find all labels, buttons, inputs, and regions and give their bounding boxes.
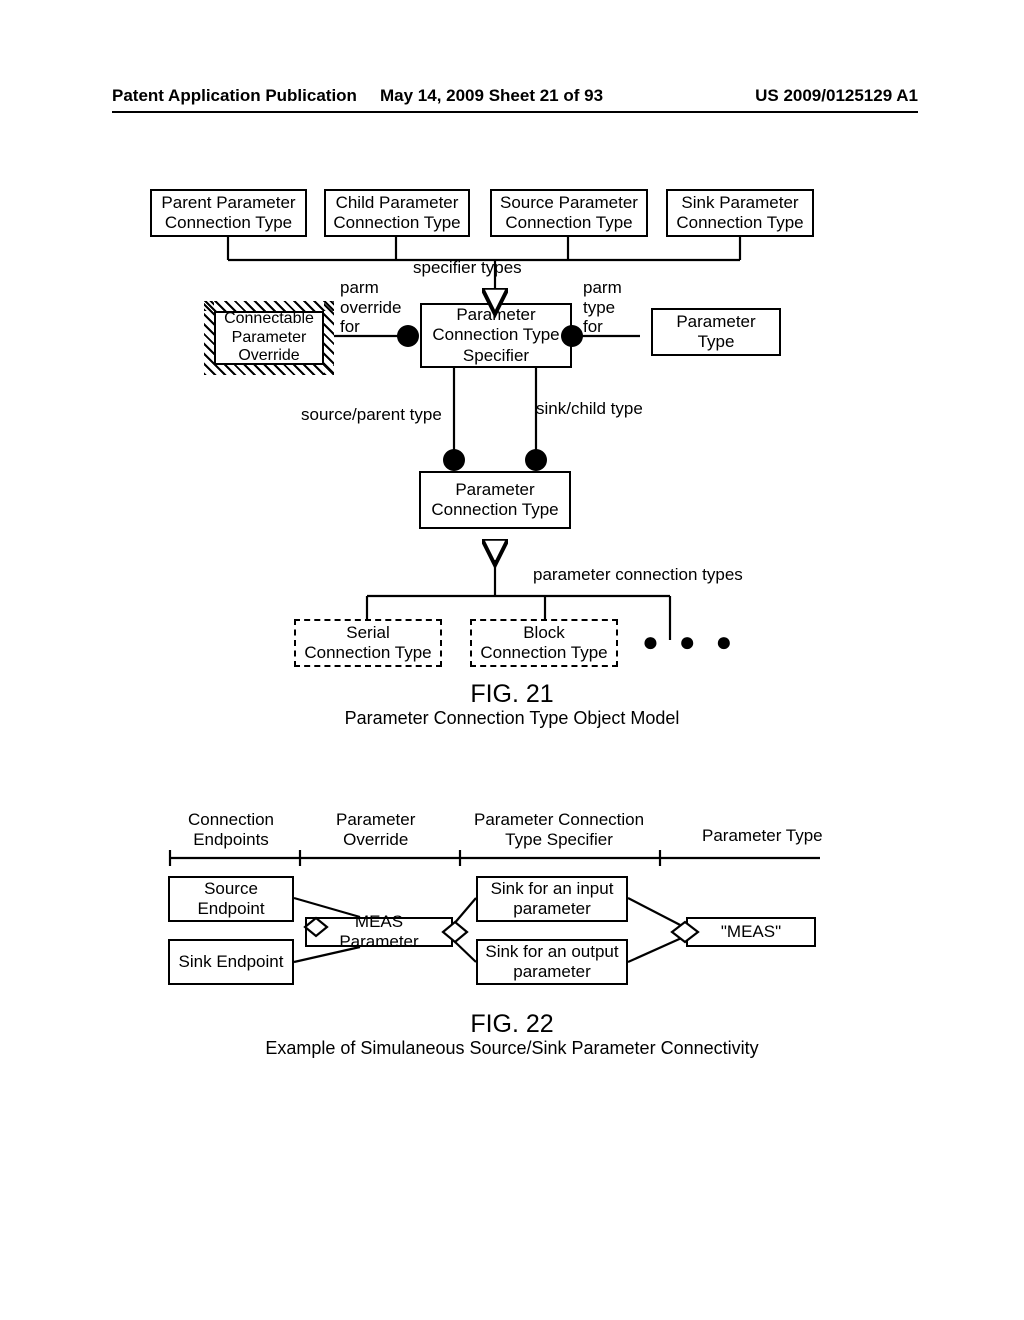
ellipsis-icon: ● ● ● [642,626,738,658]
fig22-header-specifier: Parameter Connection Type Specifier [474,810,644,849]
label-parm-type-for: parm type for [583,278,622,337]
figure-21-number: FIG. 21 [0,680,1024,709]
patent-page: Patent Application Publication May 14, 2… [0,0,1024,1320]
label-param-conn-types: parameter connection types [533,565,743,585]
figure-21-caption: Parameter Connection Type Object Model [0,708,1024,729]
box-parent-param-conn-type: Parent Parameter Connection Type [150,189,307,237]
fig22-header-override: Parameter Override [336,810,415,849]
fig22-header-endpoints: Connection Endpoints [188,810,274,849]
figure-22-number: FIG. 22 [0,1010,1024,1039]
box-child-param-conn-type: Child Parameter Connection Type [324,189,470,237]
box-parameter-type: Parameter Type [651,308,781,356]
box-parameter-connection-type: Parameter Connection Type [419,471,571,529]
box-block-connection-type: Block Connection Type [470,619,618,667]
header-rule [112,111,918,113]
header-publication: Patent Application Publication [112,86,357,106]
label-sink-child-type: sink/child type [536,399,643,419]
box-source-endpoint: Source Endpoint [168,876,294,922]
connectable-param-override-label: Connectable Parameter Override [216,310,322,365]
header-date-sheet: May 14, 2009 Sheet 21 of 93 [380,86,603,106]
box-sink-endpoint: Sink Endpoint [168,939,294,985]
box-connectable-param-override: Connectable Parameter Override [204,301,334,375]
box-source-param-conn-type: Source Parameter Connection Type [490,189,648,237]
figure-22-caption: Example of Simulaneous Source/Sink Param… [0,1038,1024,1059]
box-meas-type: "MEAS" [686,917,816,947]
box-sink-for-input: Sink for an input parameter [476,876,628,922]
label-source-parent-type: source/parent type [301,405,442,425]
box-param-conn-type-specifier: Parameter Connection Type Specifier [420,303,572,368]
header-app-number: US 2009/0125129 A1 [755,86,918,106]
box-sink-param-conn-type: Sink Parameter Connection Type [666,189,814,237]
box-sink-for-output: Sink for an output parameter [476,939,628,985]
box-meas-parameter: MEAS Parameter [305,917,453,947]
label-specifier-types: specifier types [413,258,522,278]
label-parm-override-for: parm override for [340,278,401,337]
fig22-header-ptype: Parameter Type [702,826,823,846]
box-serial-connection-type: Serial Connection Type [294,619,442,667]
